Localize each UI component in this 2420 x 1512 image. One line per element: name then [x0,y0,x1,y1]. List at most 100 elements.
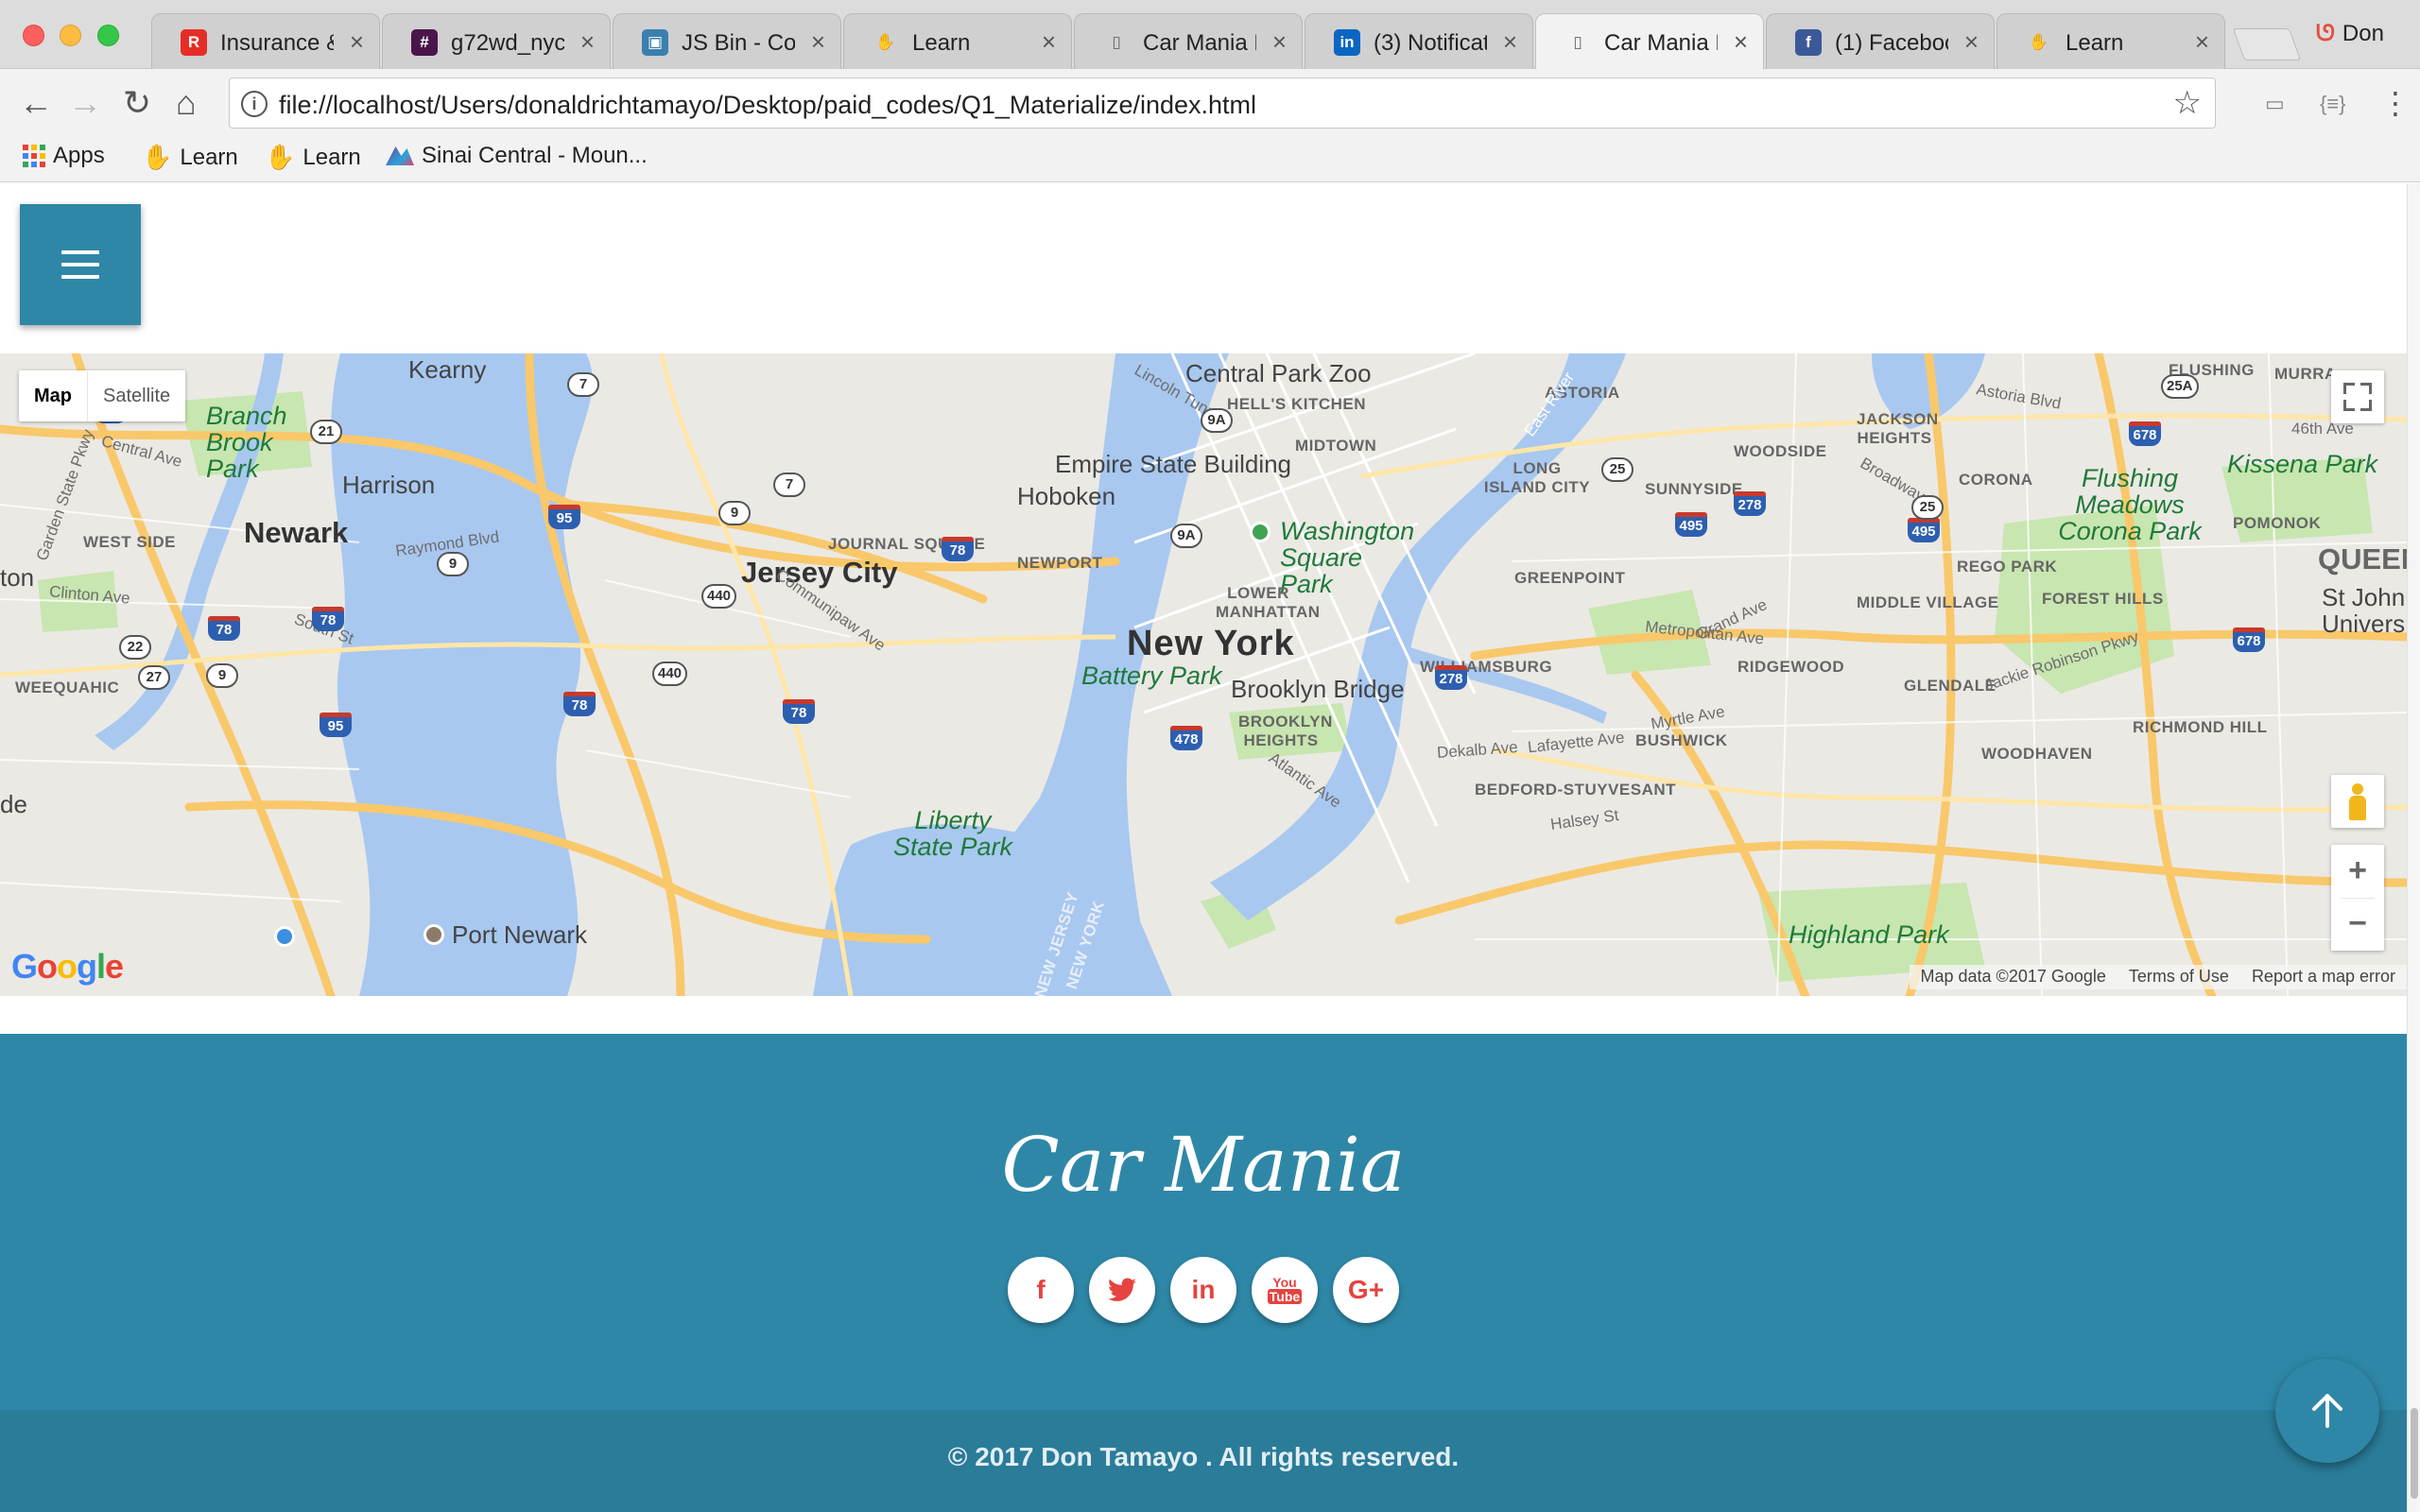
fullscreen-icon [2343,400,2355,411]
report-map-error-link[interactable]: Report a map error [2252,967,2395,988]
google-map[interactable]: Kearny Branch Brook Park Harrison Newark… [0,353,2407,996]
close-tab-icon[interactable]: × [350,27,364,57]
sinai-logo-icon [386,146,414,165]
zoom-in-button[interactable]: + [2331,845,2384,898]
profile-switcher[interactable]: ᘎ Don [2316,21,2384,47]
map-data-credit: Map data ©2017 Google [1920,967,2106,986]
fullscreen-icon [2360,383,2372,394]
map-label-west-side: WEST SIDE [83,533,177,551]
route-shield: 21 [310,420,342,444]
tab-title: Car Mania B [1604,30,1718,56]
terms-of-use-link[interactable]: Terms of Use [2129,967,2229,988]
google-plus-button[interactable]: G+ [1333,1257,1399,1323]
map-label-forest-hills: FOREST HILLS [2042,590,2164,608]
browser-tab-facebook[interactable]: f (1) Faceboo × [1766,13,1995,69]
home-icon[interactable]: ⌂ [176,86,197,120]
address-bar-url[interactable]: file://localhost/Users/donaldrichtamayo/… [279,91,1256,120]
json-extension-icon[interactable]: {≡} [2320,92,2346,116]
map-label-lower-manhattan: LOWER MANHATTAN [1216,584,1321,621]
scrollbar-thumb[interactable] [2411,1408,2418,1499]
page-viewport: Kearny Branch Brook Park Harrison Newark… [0,183,2407,1512]
route-shield: 9 [437,552,469,576]
close-tab-icon[interactable]: × [1042,27,1056,57]
reload-icon[interactable]: ↻ [123,86,151,120]
page-scrollbar[interactable] [2407,183,2420,1512]
youtube-button[interactable]: You Tube [1252,1257,1318,1323]
bookmark-learn-2[interactable]: ✋ Learn [265,143,361,172]
map-type-satellite-button[interactable]: Satellite [88,370,185,421]
bookmark-label: Sinai Central - Moun... [422,143,648,168]
bookmark-learn[interactable]: ✋ Learn [142,143,238,172]
route-shield: 9 [206,663,238,688]
back-arrow-icon[interactable]: ← [19,86,53,120]
menu-icon [61,275,99,279]
interstate-shield: 78 [942,537,974,561]
window-minimize-button[interactable] [60,25,81,46]
youtube-icon: Tube [1267,1289,1303,1304]
new-tab-button[interactable] [2232,28,2302,60]
slack-hash-icon: # [411,29,438,56]
close-tab-icon[interactable]: × [1272,27,1287,57]
browser-tab-insurance[interactable]: R Insurance & × [151,13,380,69]
map-label-newport: NEWPORT [1017,554,1103,572]
window-close-button[interactable] [23,25,44,46]
route-shield: 22 [119,635,151,660]
interstate-shield: 495 [1675,512,1707,537]
bookmark-apps[interactable]: Apps [23,143,105,169]
close-tab-icon[interactable]: × [1734,27,1748,57]
back-to-top-button[interactable] [2275,1359,2379,1463]
zoom-out-button[interactable]: − [2331,898,2384,951]
route-shield: 25 [1911,495,1944,520]
browser-tab-car-mania[interactable]: ▯ Car Mania B × [1074,13,1303,69]
interstate-shield: 278 [1734,491,1766,516]
tab-title: Learn [2066,30,2124,56]
site-info-icon[interactable]: i [241,91,268,117]
map-label-long-island-city: LONG ISLAND CITY [1483,459,1591,496]
interstate-shield: 678 [2233,627,2265,652]
footer-brand-title: Car Mania [1001,1121,1406,1209]
hamburger-menu-button[interactable] [20,204,141,325]
map-type-map-button[interactable]: Map [19,370,88,421]
map-label-bushwick: BUSHWICK [1635,731,1728,749]
map-label-middle-village: MIDDLE VILLAGE [1857,593,1999,611]
bookmark-label: Apps [53,143,105,168]
bookmark-sinai-central[interactable]: Sinai Central - Moun... [386,143,648,169]
twitter-button[interactable] [1089,1257,1155,1323]
route-shield: 9A [1201,408,1233,433]
browser-tab-jsbin[interactable]: ▣ JS Bin - Col × [613,13,841,69]
browser-tab-learn[interactable]: ✋ Learn × [843,13,1072,69]
window-maximize-button[interactable] [97,25,119,46]
address-bar[interactable]: i file://localhost/Users/donaldrichtamay… [229,77,2216,129]
map-label-bedford-stuyvesant: BEDFORD-STUYVESANT [1475,781,1677,799]
chrome-menu-icon[interactable]: ⋮ [2380,86,2411,120]
cast-icon[interactable]: ▭ [2265,92,2285,116]
close-tab-icon[interactable]: × [811,27,825,57]
tab-title: Insurance & [220,30,334,56]
footer: Car Mania f in You Tube G+ © 2017 Don Tam… [0,1034,2407,1512]
map-label-pomonok: POMONOK [2233,514,2322,532]
close-tab-icon[interactable]: × [2195,27,2209,57]
map-label-flushing-meadows-corona-park: Flushing Meadows Corona Park [2058,464,2202,545]
forward-arrow-icon[interactable]: → [68,86,102,120]
map-label-rego-park: REGO PARK [1957,558,2058,576]
close-tab-icon[interactable]: × [1503,27,1517,57]
street-view-pegman-button[interactable] [2331,775,2384,828]
bookmark-star-icon[interactable]: ☆ [2173,84,2202,122]
browser-tab-linkedin[interactable]: in (3) Notificat × [1305,13,1533,69]
map-label-jersey-city: Jersey City [741,556,898,589]
close-tab-icon[interactable]: × [1964,27,1979,57]
close-tab-icon[interactable]: × [580,27,595,57]
browser-tab-car-mania-active[interactable]: ▯ Car Mania B × [1535,13,1764,70]
linkedin-button[interactable]: in [1170,1257,1236,1323]
arrow-up-icon [2312,1394,2342,1428]
browser-tab-learn-2[interactable]: ✋ Learn × [1996,13,2225,69]
map-label-corona: CORONA [1959,471,2033,489]
map-label-highland-park: Highland Park [1789,920,1949,949]
browser-tab-g72wd-nyc[interactable]: # g72wd_nyc × [382,13,611,69]
map-type-control: Map Satellite [19,370,186,421]
route-shield: 9 [718,501,751,525]
fullscreen-button[interactable] [2331,370,2384,423]
pegman-icon [2352,783,2363,795]
facebook-button[interactable]: f [1008,1257,1074,1323]
map-label-empire-state-building: Empire State Building [1055,450,1292,478]
